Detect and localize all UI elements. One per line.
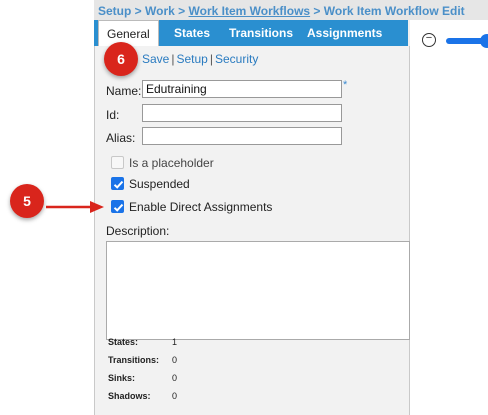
tab-transitions[interactable]: Transitions	[221, 20, 301, 46]
separator: |	[171, 52, 175, 66]
sinks-stat-label: Sinks:	[108, 373, 136, 383]
name-label: Name:	[106, 84, 142, 98]
save-link[interactable]: Save	[142, 52, 169, 66]
direct-assignments-checkbox[interactable]	[111, 200, 124, 213]
tab-states[interactable]: States	[166, 20, 218, 46]
breadcrumb-workflows[interactable]: Work Item Workflows	[189, 4, 311, 18]
alias-label: Alias:	[106, 131, 136, 145]
suspended-label: Suspended	[129, 177, 190, 191]
description-textarea[interactable]	[106, 241, 410, 340]
breadcrumb-work[interactable]: Work	[145, 4, 175, 18]
states-stat-label: States:	[108, 337, 139, 347]
placeholder-checkbox	[111, 156, 124, 169]
breadcrumb-separator: >	[310, 4, 324, 18]
setup-link[interactable]: Setup	[176, 52, 207, 66]
breadcrumb: Setup > Work > Work Item Workflows > Wor…	[98, 4, 465, 18]
name-field[interactable]: Edutraining	[142, 80, 342, 98]
placeholder-label: Is a placeholder	[129, 156, 214, 170]
action-links: Save | Setup | Security	[142, 52, 258, 66]
annotation-badge-5: 5	[10, 184, 44, 218]
tab-assignments[interactable]: Assignments	[299, 20, 390, 46]
checkmark-icon	[113, 180, 124, 189]
id-label: Id:	[106, 108, 120, 122]
breadcrumb-current: Work Item Workflow Edit	[323, 4, 465, 18]
shadows-stat-value: 0	[172, 391, 178, 401]
transitions-stat-label: Transitions:	[108, 355, 160, 365]
breadcrumb-setup[interactable]: Setup	[98, 4, 131, 18]
id-field[interactable]	[142, 104, 342, 122]
tab-bar: General States Transitions Assignments	[94, 20, 408, 47]
description-label: Description:	[106, 224, 170, 238]
breadcrumb-separator: >	[174, 4, 189, 18]
annotation-badge-6: 6	[104, 42, 138, 76]
alias-field[interactable]	[142, 127, 342, 145]
separator: |	[209, 52, 213, 66]
sinks-stat-value: 0	[172, 373, 178, 383]
zoom-out-icon[interactable]: −	[422, 33, 436, 47]
direct-assignments-label: Enable Direct Assignments	[129, 200, 273, 214]
security-link[interactable]: Security	[215, 52, 258, 66]
states-stat-value: 1	[172, 337, 178, 347]
required-marker: *	[343, 79, 348, 91]
transitions-stat-value: 0	[172, 355, 178, 365]
shadows-stat-label: Shadows:	[108, 391, 151, 401]
suspended-checkbox[interactable]	[111, 177, 124, 190]
breadcrumb-separator: >	[131, 4, 146, 18]
annotation-arrow	[46, 201, 104, 213]
checkmark-icon	[113, 203, 124, 212]
right-area	[410, 20, 488, 415]
zoom-slider-thumb[interactable]	[480, 34, 488, 48]
